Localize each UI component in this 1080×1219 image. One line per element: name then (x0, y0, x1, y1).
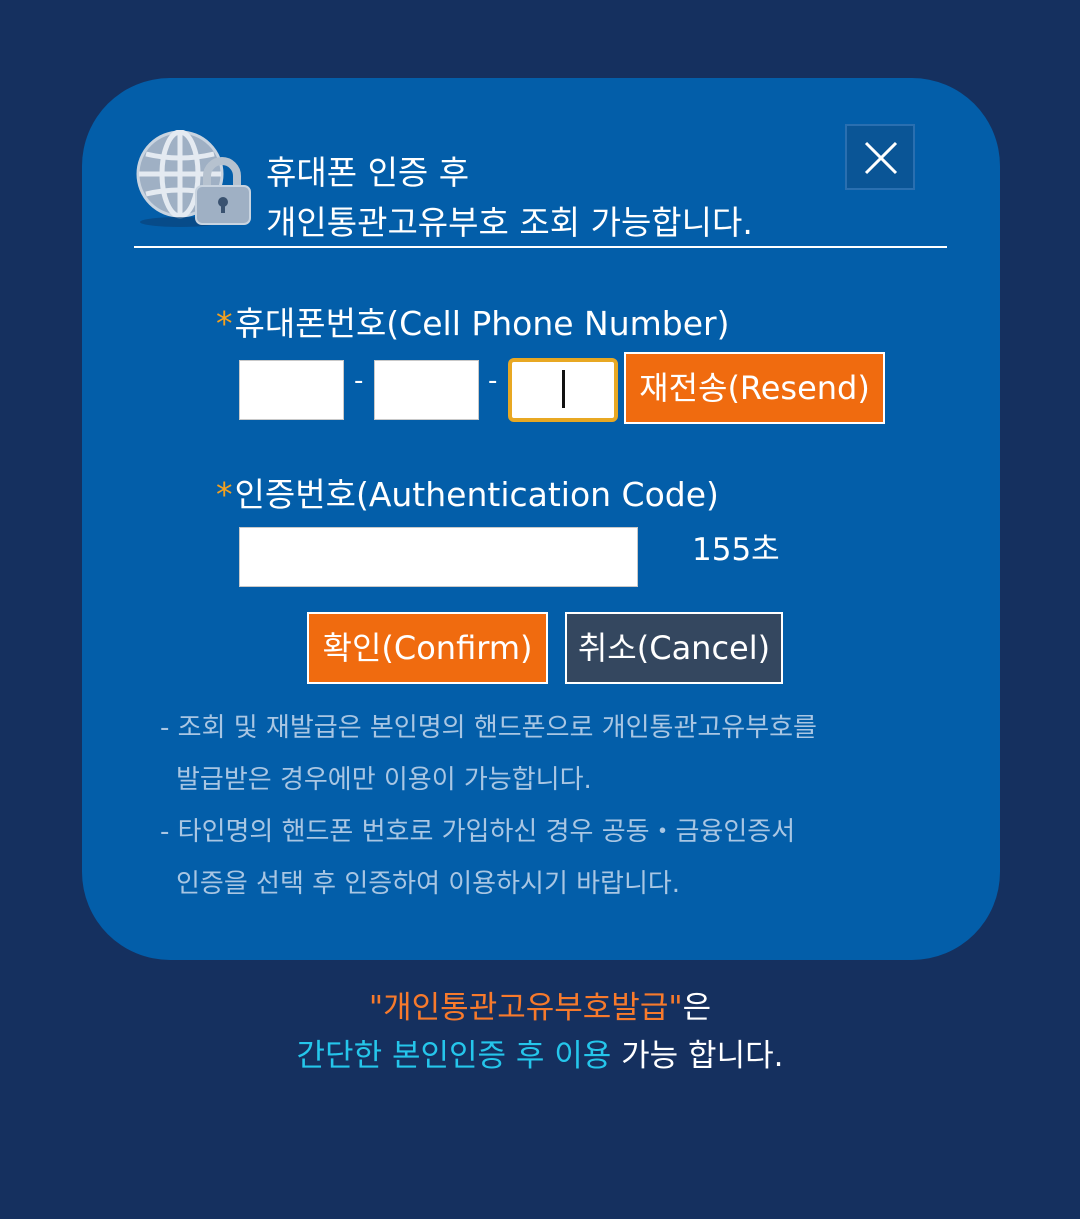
globe-lock-icon (136, 130, 251, 227)
dialog-title: 휴대폰 인증 후 개인통관고유부호 조회 가능합니다. (266, 148, 753, 248)
footer-line2: 간단한 본인인증 후 이용 가능 합니다. (0, 1032, 1080, 1080)
phone-number-label-text: 휴대폰번호(Cell Phone Number) (234, 304, 730, 343)
notice-line: - 타인명의 핸드폰 번호로 가입하신 경우 공동・금융인증서 (160, 817, 796, 847)
notice-line: 인증을 선택 후 인증하여 이용하시기 바랍니다. (176, 869, 681, 899)
dialog-title-line2: 개인통관고유부호 조회 가능합니다. (266, 203, 753, 242)
auth-code-label: *인증번호(Authentication Code) (216, 475, 719, 515)
notice-line: - 조회 및 재발급은 본인명의 핸드폰으로 개인통관고유부호를 (160, 713, 817, 743)
phone-dash: - (354, 366, 364, 396)
footer-line1: "개인통관고유부호발급"은 (0, 984, 1080, 1032)
confirm-button[interactable]: 확인(Confirm) (307, 612, 548, 684)
auth-dialog: 휴대폰 인증 후 개인통관고유부호 조회 가능합니다. *휴대폰번호(Cell … (82, 78, 1000, 960)
phone-dash: - (488, 366, 498, 396)
close-x-icon (864, 141, 898, 175)
footer-highlight-orange: "개인통관고유부호발급" (368, 990, 683, 1026)
close-button[interactable] (845, 124, 915, 190)
required-star: * (216, 475, 233, 514)
required-star: * (216, 304, 233, 343)
text-caret (562, 370, 565, 408)
resend-button[interactable]: 재전송(Resend) (624, 352, 885, 424)
auth-code-input[interactable] (239, 527, 638, 587)
auth-code-label-text: 인증번호(Authentication Code) (234, 475, 719, 514)
phone-part2-input[interactable] (374, 360, 479, 420)
dialog-title-line1: 휴대폰 인증 후 (266, 153, 470, 192)
cancel-button[interactable]: 취소(Cancel) (565, 612, 783, 684)
phone-part1-input[interactable] (239, 360, 344, 420)
header-divider (134, 246, 947, 248)
footer-text: 은 (682, 990, 712, 1026)
countdown-timer: 155초 (692, 532, 780, 568)
footer-text: 가능 합니다. (611, 1038, 784, 1074)
footer-highlight-cyan: 간단한 본인인증 후 이용 (296, 1038, 612, 1074)
notice-line: 발급받은 경우에만 이용이 가능합니다. (176, 765, 592, 795)
phone-number-label: *휴대폰번호(Cell Phone Number) (216, 304, 730, 344)
footer-message: "개인통관고유부호발급"은 간단한 본인인증 후 이용 가능 합니다. (0, 984, 1080, 1080)
notice-text: - 조회 및 재발급은 본인명의 핸드폰으로 개인통관고유부호를 발급받은 경우… (160, 702, 940, 910)
